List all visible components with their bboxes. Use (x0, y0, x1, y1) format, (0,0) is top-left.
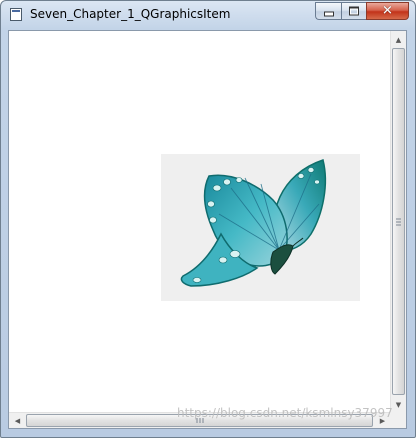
pixmap-item[interactable] (161, 154, 360, 301)
scroll-left-button[interactable]: ◀ (10, 413, 25, 428)
close-button[interactable]: ✕ (366, 2, 409, 20)
maximize-icon (349, 6, 359, 16)
arrow-up-icon: ▲ (395, 35, 402, 44)
arrow-left-icon: ◀ (14, 416, 21, 425)
maximize-button[interactable] (341, 2, 366, 20)
grip-icon (396, 218, 401, 225)
graphics-scene (10, 32, 392, 413)
minimize-icon (323, 11, 334, 17)
vertical-scroll-thumb[interactable] (392, 48, 405, 395)
main-window: Seven_Chapter_1_QGraphicsItem ✕ ▲ ▼ ◀ ▶ … (0, 0, 416, 438)
watermark-text: https://blog.csdn.net/ksmlnsy37997 (177, 406, 393, 420)
window-app-icon[interactable] (10, 8, 22, 21)
arrow-down-icon: ▼ (395, 400, 402, 409)
title-bar[interactable]: Seven_Chapter_1_QGraphicsItem ✕ (1, 1, 415, 29)
scroll-down-button[interactable]: ▼ (391, 397, 406, 412)
caption-buttons: ✕ (315, 2, 409, 21)
minimize-button[interactable] (315, 2, 341, 20)
window-title: Seven_Chapter_1_QGraphicsItem (30, 7, 231, 21)
butterfly-image (180, 159, 327, 287)
graphics-view[interactable]: ▲ ▼ ◀ ▶ (8, 30, 407, 429)
scroll-up-button[interactable]: ▲ (391, 32, 406, 47)
vertical-scrollbar[interactable]: ▲ ▼ (390, 31, 406, 413)
close-icon: ✕ (382, 3, 393, 19)
